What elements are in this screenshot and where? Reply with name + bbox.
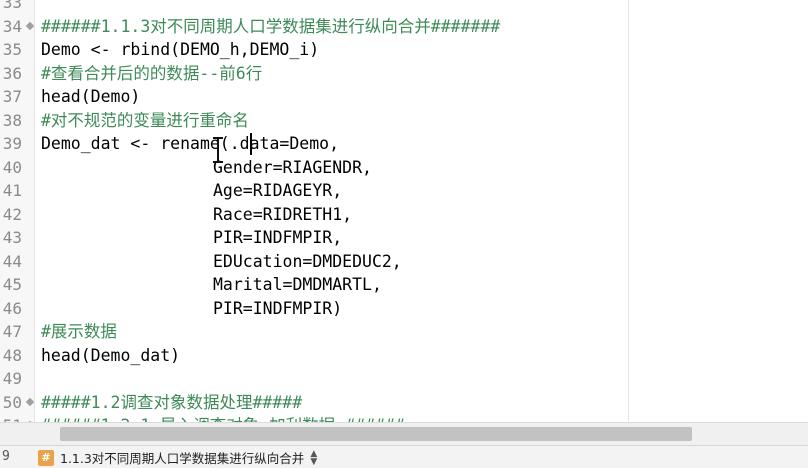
current-section-label: 1.1.3对不同周期人口学数据集进行纵向合并	[60, 451, 305, 466]
code-text: head(Demo)	[41, 87, 141, 106]
code-line[interactable]: 46 PIR=INDFMPIR)	[0, 297, 808, 321]
line-number: 40	[2, 157, 22, 177]
code-text: Demo_dat <- rename(.data=Demo,	[41, 134, 340, 153]
line-number: 41	[2, 181, 22, 200]
code-line[interactable]: 49	[0, 367, 808, 391]
line-number: 36	[2, 63, 22, 83]
line-number: 38	[2, 110, 22, 130]
status-line-number: 9	[2, 449, 10, 464]
code-comment: ######1.2.1 导入调查对象 加利数据 ######	[41, 414, 405, 422]
code-line[interactable]: 48 head(Demo_dat)	[0, 344, 808, 368]
line-number: 39	[2, 134, 22, 153]
code-text: Age=RIDAGEYR,	[213, 181, 343, 200]
horizontal-scrollbar[interactable]	[0, 422, 808, 445]
code-line[interactable]: 40 Gender=RIAGENDR,	[0, 156, 808, 180]
code-comment: #对不规范的变量进行重命名	[41, 110, 249, 130]
code-text: Demo <- rbind(DEMO_h,DEMO_i)	[41, 40, 320, 59]
line-number: 44	[2, 251, 22, 271]
code-text: PIR=INDFMPIR)	[213, 298, 343, 318]
code-line[interactable]: 36 #查看合并后的的数据--前6行	[0, 62, 808, 86]
code-line[interactable]: 50 #####1.2调查对象数据处理#####	[0, 391, 808, 415]
line-number: 35	[2, 40, 22, 59]
line-number: 46	[2, 298, 22, 318]
code-line[interactable]: 38 #对不规范的变量进行重命名	[0, 109, 808, 133]
code-line[interactable]: 47 #展示数据	[0, 320, 808, 344]
code-comment: #####1.2调查对象数据处理#####	[41, 392, 303, 412]
line-number: 34	[2, 16, 22, 36]
scrollbar-thumb[interactable]	[60, 427, 692, 441]
text-cursor	[250, 133, 252, 155]
ibeam-cursor-icon	[213, 137, 223, 163]
hash-section-icon: #	[38, 449, 54, 466]
code-line[interactable]: 37 head(Demo)	[0, 85, 808, 109]
code-line[interactable]: 39 Demo_dat <- rename(.data=Demo,	[0, 132, 808, 156]
line-number: 48	[2, 345, 22, 365]
line-number: 43	[2, 228, 22, 247]
line-number: 50	[2, 392, 22, 412]
code-line[interactable]: 42 Race=RIDRETH1,	[0, 203, 808, 227]
code-line[interactable]: 44 EDUcation=DMDEDUC2,	[0, 250, 808, 274]
code-line[interactable]: 51 ######1.2.1 导入调查对象 加利数据 ######	[0, 414, 808, 422]
code-line[interactable]: 35 Demo <- rbind(DEMO_h,DEMO_i)	[0, 38, 808, 62]
code-line[interactable]: 43 PIR=INDFMPIR,	[0, 226, 808, 250]
code-line[interactable]: 41 Age=RIDAGEYR,	[0, 179, 808, 203]
code-text: PIR=INDFMPIR,	[213, 228, 343, 247]
code-editor[interactable]: 33 34 ######1.1.3对不同周期人口学数据集进行纵向合并####### 3…	[0, 0, 808, 422]
code-comment: #展示数据	[41, 322, 117, 341]
code-text: Gender=RIAGENDR,	[213, 157, 372, 177]
fold-marker-icon[interactable]	[25, 397, 35, 406]
line-number: 45	[2, 275, 22, 294]
code-text: head(Demo_dat)	[41, 345, 181, 365]
updown-chevron-icon: ▲ ▼	[310, 448, 318, 467]
code-text: Marital=DMDMARTL,	[213, 275, 382, 294]
line-number: 33	[2, 0, 22, 12]
code-line[interactable]: 33	[0, 0, 808, 15]
code-comment: ######1.1.3对不同周期人口学数据集进行纵向合并#######	[41, 16, 501, 36]
line-number: 49	[2, 369, 22, 388]
line-number: 47	[2, 322, 22, 341]
status-bar: 9 # 1.1.3对不同周期人口学数据集进行纵向合并 ▲ ▼	[0, 445, 808, 468]
code-text: EDUcation=DMDEDUC2,	[213, 251, 402, 271]
code-comment: #查看合并后的的数据--前6行	[41, 63, 263, 83]
code-line[interactable]: 34 ######1.1.3对不同周期人口学数据集进行纵向合并#######	[0, 15, 808, 39]
code-text: Race=RIDRETH1,	[213, 204, 353, 224]
section-navigator[interactable]: # 1.1.3对不同周期人口学数据集进行纵向合并 ▲ ▼	[38, 448, 317, 467]
fold-marker-icon[interactable]	[25, 21, 35, 30]
code-line[interactable]: 45 Marital=DMDMARTL,	[0, 273, 808, 297]
line-number: 42	[2, 204, 22, 224]
line-number: 51	[0, 414, 22, 422]
line-number: 37	[2, 87, 22, 106]
